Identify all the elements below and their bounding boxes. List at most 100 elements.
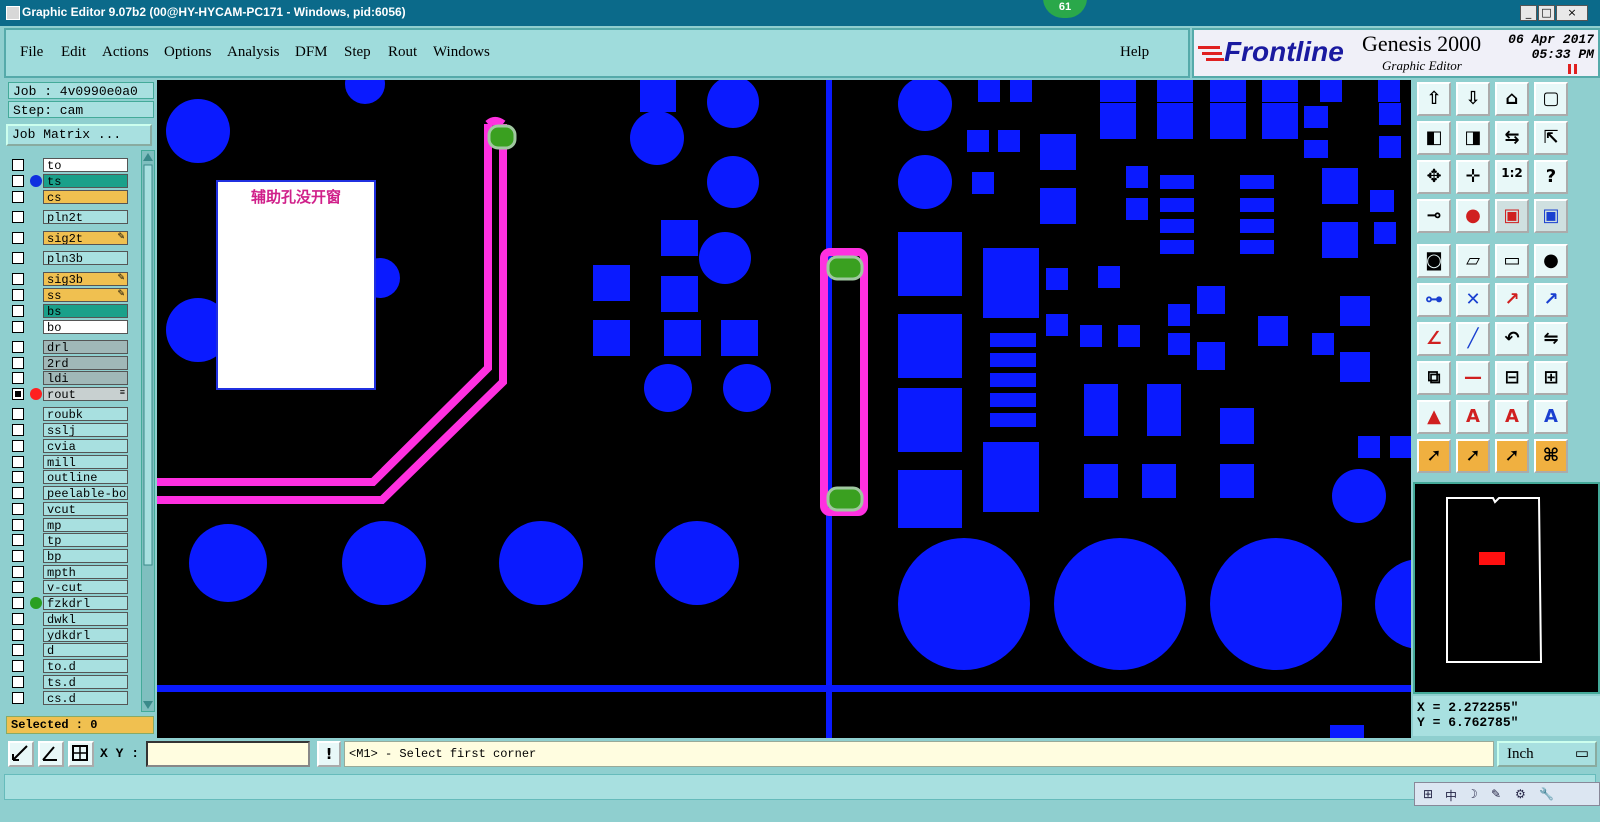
pad-rect[interactable]	[1340, 352, 1370, 382]
pad-rect[interactable]	[898, 470, 962, 528]
pad-rect[interactable]	[1312, 333, 1334, 355]
pad-button[interactable]: ◙	[1417, 244, 1451, 278]
layer-row-rout[interactable]: rout ≡	[10, 387, 128, 401]
pad-round[interactable]	[898, 538, 1030, 670]
pad-rect[interactable]	[983, 442, 1039, 512]
layer-name[interactable]: 2rd	[43, 356, 128, 370]
layer-name[interactable]: mpth	[43, 565, 128, 579]
layer-checkbox[interactable]	[12, 629, 24, 641]
move-button[interactable]: ✥	[1417, 160, 1451, 194]
layer-checkbox[interactable]	[12, 660, 24, 672]
pad-rect[interactable]	[1379, 136, 1401, 158]
pad-round[interactable]	[1054, 538, 1186, 670]
triangle-b-button[interactable]: A	[1495, 400, 1529, 434]
layer-row-outline[interactable]: outline	[10, 470, 128, 484]
zoom-in-button[interactable]: ⇧	[1417, 82, 1451, 116]
home-button[interactable]: ⌂	[1495, 82, 1529, 116]
layer-row-bp[interactable]: bp	[10, 549, 128, 563]
menu-file[interactable]: File	[20, 44, 43, 61]
layer-checkbox[interactable]	[12, 581, 24, 593]
rout-path-cap[interactable]	[485, 117, 506, 128]
pad-rect[interactable]	[1157, 103, 1193, 139]
pan-right-button[interactable]: ◨	[1456, 121, 1490, 155]
layer-row-ydkdrl[interactable]: ydkdrl	[10, 628, 128, 642]
layer-name[interactable]: sig2t	[43, 231, 128, 245]
pad-round[interactable]	[499, 521, 583, 605]
layer-row-ts[interactable]: ts	[10, 174, 128, 188]
layer-name[interactable]: sig3b	[43, 272, 128, 286]
pan-left-button[interactable]: ◧	[1417, 121, 1451, 155]
layer-name[interactable]: ts	[43, 174, 128, 188]
measure-button[interactable]: ⊸	[1417, 199, 1451, 233]
pad-rect[interactable]	[1220, 464, 1254, 498]
layer-checkbox[interactable]	[12, 566, 24, 578]
layer-checkbox[interactable]	[12, 408, 24, 420]
pad-round[interactable]	[630, 111, 684, 165]
layer-name[interactable]: vcut	[43, 502, 128, 516]
arrow-dot-button[interactable]: ↗	[1495, 283, 1529, 317]
pad-rect[interactable]	[1197, 286, 1225, 314]
layer-row-tp[interactable]: tp	[10, 533, 128, 547]
ime-moon-icon[interactable]: ☽	[1467, 787, 1478, 801]
layer-row-peelable-bot[interactable]: peelable-bot	[10, 486, 128, 500]
pad-rect[interactable]	[1370, 190, 1394, 212]
pad-rect[interactable]	[1258, 316, 1288, 346]
layer-row-ldi[interactable]: ldi	[10, 371, 128, 385]
menu-help[interactable]: Help	[1120, 44, 1149, 61]
layer-checkbox[interactable]	[12, 424, 24, 436]
job-matrix-button[interactable]: Job Matrix ...	[6, 124, 152, 146]
layer-row-fzkdrl[interactable]: fzkdrl	[10, 596, 128, 610]
pad-rect[interactable]	[1010, 80, 1032, 102]
layer-checkbox[interactable]	[12, 534, 24, 546]
pad-round[interactable]	[699, 232, 751, 284]
layer-row-bo[interactable]: bo	[10, 320, 128, 334]
cut-button[interactable]: —	[1456, 361, 1490, 395]
layer-checkbox[interactable]	[12, 305, 24, 317]
triangle-c-button[interactable]: A	[1534, 400, 1568, 434]
app-menu-icon[interactable]	[6, 6, 20, 20]
layer-red-button[interactable]: ▣	[1495, 199, 1529, 233]
pad-rect[interactable]	[967, 130, 989, 152]
trace-horizontal[interactable]	[157, 685, 1411, 692]
pad-rect[interactable]	[1046, 268, 1068, 290]
pad-rect[interactable]	[898, 388, 962, 452]
layer-checkbox[interactable]	[12, 211, 24, 223]
menu-options[interactable]: Options	[164, 44, 212, 61]
layer-name[interactable]: ldi	[43, 371, 128, 385]
pad-round[interactable]	[166, 99, 230, 163]
layer-checkbox[interactable]	[12, 597, 24, 609]
pad-rect[interactable]	[1390, 436, 1411, 458]
layer-row-vcut[interactable]: vcut	[10, 502, 128, 516]
layer-row-sig2t[interactable]: sig2t ✎	[10, 231, 128, 245]
layer-row-sslj[interactable]: sslj	[10, 423, 128, 437]
window-button[interactable]: ▢	[1534, 82, 1568, 116]
layer-name[interactable]: ts.d	[43, 675, 128, 689]
pad-rect[interactable]	[1160, 219, 1194, 233]
layer-row-mp[interactable]: mp	[10, 518, 128, 532]
pad-rect[interactable]	[1210, 103, 1246, 139]
pad-rect[interactable]	[1084, 384, 1118, 436]
pad-rect[interactable]	[1379, 103, 1401, 125]
pad-round[interactable]	[898, 80, 952, 131]
layer-row-ts.d[interactable]: ts.d	[10, 675, 128, 689]
layer-name[interactable]: tp	[43, 533, 128, 547]
ime-gear-icon[interactable]: ⚙	[1515, 787, 1526, 801]
stretch-button[interactable]: ⊟	[1495, 361, 1529, 395]
layer-checkbox[interactable]	[12, 273, 24, 285]
layer-name[interactable]: cs	[43, 190, 128, 204]
layer-checkbox[interactable]	[12, 519, 24, 531]
layer-checkbox[interactable]	[12, 456, 24, 468]
pad-round[interactable]	[644, 364, 692, 412]
pad-rect[interactable]	[1322, 222, 1358, 258]
layer-row-d[interactable]: d	[10, 643, 128, 657]
circle-button[interactable]: ●	[1534, 244, 1568, 278]
group-button[interactable]: ⊞	[1534, 361, 1568, 395]
pad-rect[interactable]	[1240, 175, 1274, 189]
layer-row-pln2t[interactable]: pln2t	[10, 210, 128, 224]
layer-row-v-cut[interactable]: v-cut	[10, 580, 128, 594]
pad-rect[interactable]	[1322, 168, 1358, 204]
pad-rect[interactable]	[1168, 333, 1190, 355]
pad-rect[interactable]	[1160, 175, 1194, 189]
arrow-red-button[interactable]: ↗	[1534, 283, 1568, 317]
pad-rect[interactable]	[1160, 240, 1194, 254]
